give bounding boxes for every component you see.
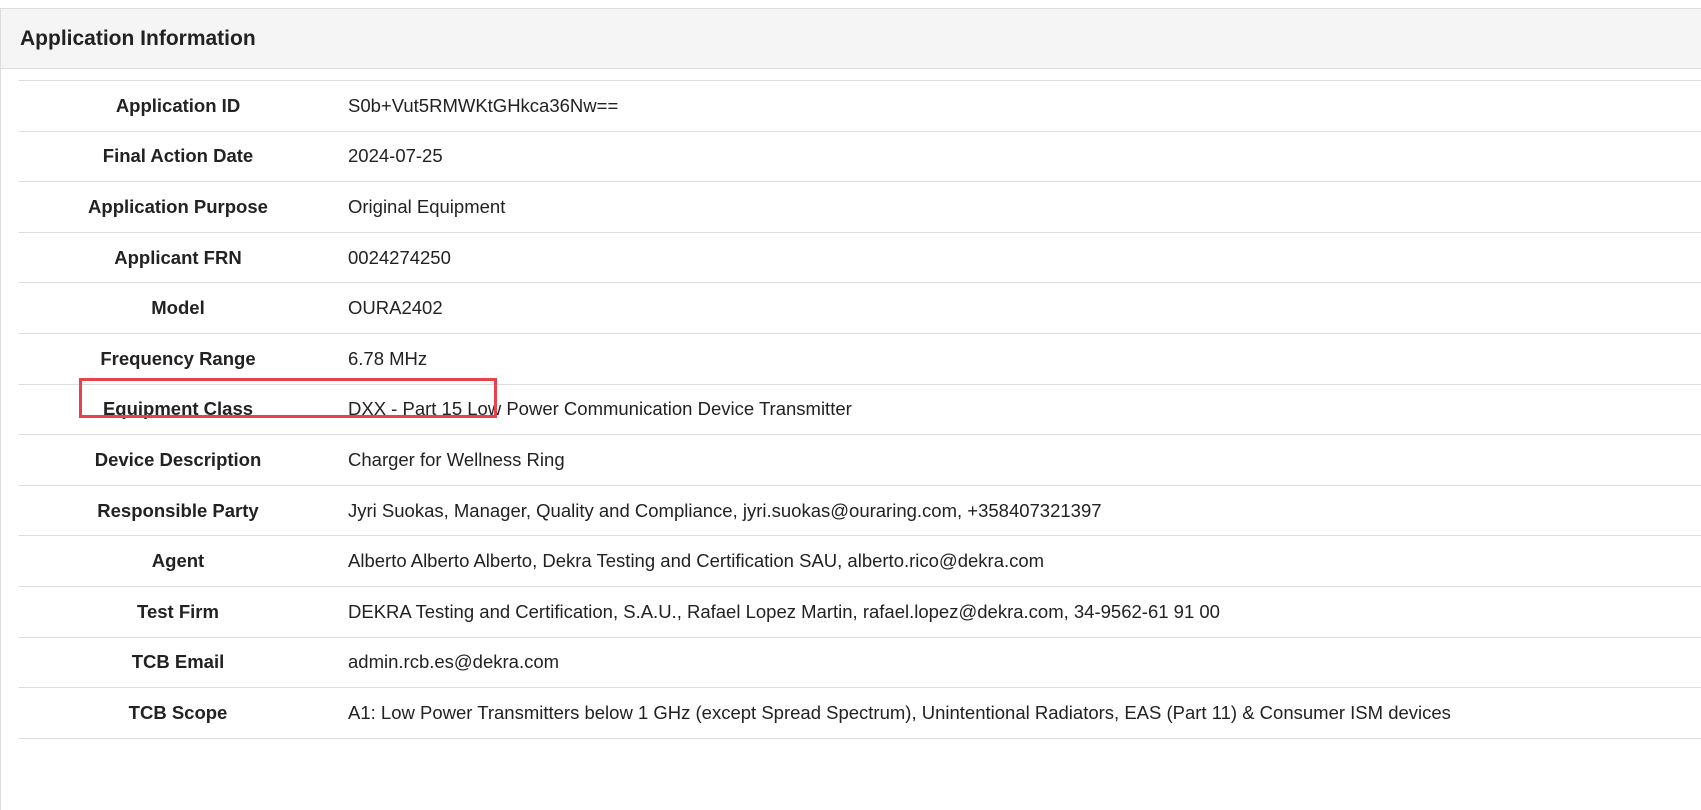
row-label: Final Action Date <box>102 145 254 167</box>
row-label: Application ID <box>115 94 241 116</box>
table-row-application-id: Application ID S0b+Vut5RMWKtGHkca36Nw== <box>19 80 1701 132</box>
row-value: S0b+Vut5RMWKtGHkca36Nw== <box>348 94 619 116</box>
application-info-table: Application ID S0b+Vut5RMWKtGHkca36Nw== … <box>19 80 1701 739</box>
row-label: TCB Scope <box>128 701 228 723</box>
row-label: Equipment Class <box>102 398 254 420</box>
row-label: TCB Email <box>131 651 225 673</box>
row-label: Device Description <box>94 448 262 470</box>
table-row-responsible-party: Responsible Party Jyri Suokas, Manager, … <box>19 485 1701 536</box>
panel-heading: Application Information <box>1 9 1701 69</box>
row-value: Original Equipment <box>348 195 506 217</box>
row-label: Applicant FRN <box>114 246 242 268</box>
row-value: DXX - Part 15 Low Power Communication De… <box>348 398 852 420</box>
row-label: Agent <box>151 550 205 572</box>
row-value: Alberto Alberto Alberto, Dekra Testing a… <box>348 550 1045 572</box>
row-label: Test Firm <box>137 600 219 622</box>
table-row-equipment-class: Equipment Class DXX - Part 15 Low Power … <box>19 384 1701 435</box>
row-label: Frequency Range <box>100 347 256 369</box>
row-value: DEKRA Testing and Certification, S.A.U.,… <box>348 600 1220 622</box>
row-value: Jyri Suokas, Manager, Quality and Compli… <box>348 499 1102 521</box>
row-value: Charger for Wellness Ring <box>348 448 565 470</box>
row-value: 2024-07-25 <box>348 145 443 167</box>
table-row-application-purpose: Application Purpose Original Equipment <box>19 181 1701 233</box>
table-row-final-action-date: Final Action Date 2024-07-25 <box>19 131 1701 182</box>
row-value: A1: Low Power Transmitters below 1 GHz (… <box>348 701 1451 723</box>
table-row-tcb-email: TCB Email admin.rcb.es@dekra.com <box>19 637 1701 688</box>
row-value: 6.78 MHz <box>348 347 428 369</box>
table-row-test-firm: Test Firm DEKRA Testing and Certificatio… <box>19 586 1701 637</box>
panel-title: Application Information <box>20 26 256 50</box>
row-value: admin.rcb.es@dekra.com <box>348 651 560 673</box>
table-row-tcb-scope: TCB Scope A1: Low Power Transmitters bel… <box>19 687 1701 739</box>
table-row-applicant-frn: Applicant FRN 0024274250 <box>19 232 1701 283</box>
table-row-model: Model OURA2402 <box>19 282 1701 334</box>
row-value: OURA2402 <box>348 297 443 319</box>
row-value: 0024274250 <box>348 246 451 268</box>
row-label: Responsible Party <box>97 499 259 521</box>
row-label: Model <box>151 297 205 319</box>
table-row-agent: Agent Alberto Alberto Alberto, Dekra Tes… <box>19 535 1701 587</box>
table-row-frequency-range: Frequency Range 6.78 MHz <box>19 333 1701 384</box>
table-row-device-description: Device Description Charger for Wellness … <box>19 434 1701 486</box>
row-label: Application Purpose <box>88 195 268 217</box>
